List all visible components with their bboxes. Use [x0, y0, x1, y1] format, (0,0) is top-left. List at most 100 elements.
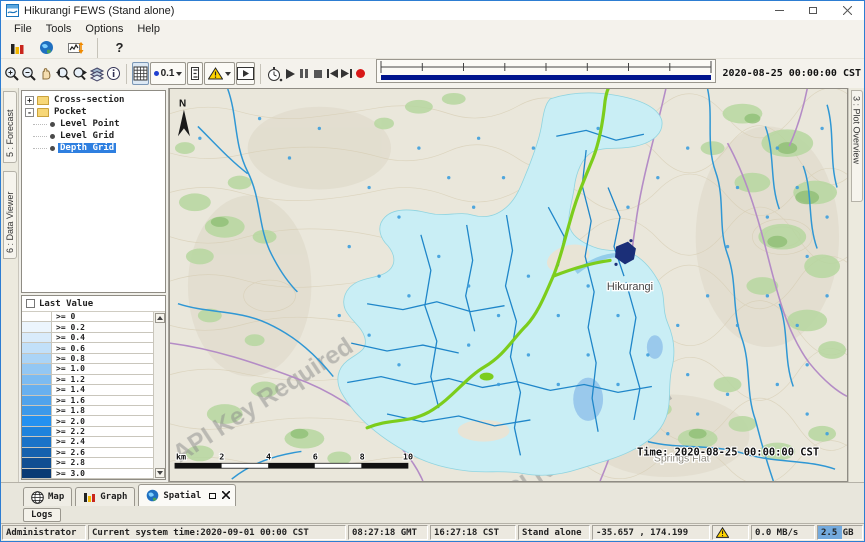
legend-swatch	[22, 427, 52, 436]
minimize-button[interactable]	[762, 1, 796, 20]
legend-row-label: >= 1.8	[52, 406, 85, 415]
globe-map-icon[interactable]	[35, 36, 58, 59]
legend-row[interactable]: >= 0	[22, 312, 153, 322]
status-local-time: 16:27:18 CST	[430, 525, 516, 540]
explorer-icon[interactable]	[6, 36, 29, 59]
legend-row[interactable]: >= 0.8	[22, 354, 153, 364]
status-gmt-time: 08:27:18 GMT	[348, 525, 428, 540]
legend-row-label: >= 1.2	[52, 375, 85, 384]
title-bar: Hikurangi FEWS (Stand alone)	[1, 1, 864, 20]
zoom-previous-button[interactable]	[55, 62, 71, 85]
menu-bar: File Tools Options Help	[1, 20, 864, 37]
legend-scrollbar[interactable]	[153, 312, 165, 479]
pause-button[interactable]	[298, 62, 311, 85]
record-button[interactable]	[354, 62, 367, 85]
timer-button[interactable]	[266, 62, 283, 85]
tree-line	[33, 148, 47, 149]
tab-spatial[interactable]: Spatial	[138, 484, 236, 506]
zoom-out-button[interactable]	[21, 62, 37, 85]
menu-options[interactable]: Options	[78, 23, 130, 35]
stop-button[interactable]	[312, 62, 325, 85]
layers-button[interactable]	[89, 62, 105, 85]
main-toolbar: ?	[1, 37, 864, 58]
legend-row[interactable]: >= 0.6	[22, 343, 153, 353]
skip-to-end-button[interactable]	[340, 62, 353, 85]
scroll-down-icon[interactable]	[155, 468, 165, 478]
skip-to-start-button[interactable]	[326, 62, 339, 85]
menu-file[interactable]: File	[7, 23, 39, 35]
longitudinal-profile-button[interactable]	[187, 62, 203, 85]
spatial-map[interactable]: API Key Required API Key Required	[169, 88, 848, 482]
legend-swatch	[22, 375, 52, 384]
status-warning-cell[interactable]	[712, 525, 749, 540]
timeline-slider[interactable]	[376, 59, 716, 88]
expand-icon[interactable]: +	[25, 96, 34, 105]
wireframe-globe-icon	[31, 491, 44, 504]
animation-display-button[interactable]	[236, 62, 255, 85]
class-interval-dropdown[interactable]: 0.1	[150, 62, 187, 85]
warning-dropdown[interactable]	[204, 62, 235, 85]
status-user: Administrator	[2, 525, 86, 540]
tab-map[interactable]: Map	[23, 487, 72, 506]
app-logo-icon	[6, 4, 19, 17]
scroll-up-icon[interactable]	[155, 313, 165, 323]
legend-swatch	[22, 312, 52, 321]
legend-row[interactable]: >= 1.2	[22, 375, 153, 385]
scroll-track[interactable]	[155, 323, 165, 468]
close-button[interactable]	[830, 1, 864, 20]
legend-swatch	[22, 322, 52, 331]
zoom-in-button[interactable]	[4, 62, 20, 85]
profile-chart-icon[interactable]	[64, 36, 87, 59]
maximize-button[interactable]	[796, 1, 830, 20]
collapse-icon[interactable]: -	[25, 108, 34, 117]
map-toolbar: 0.1	[1, 58, 864, 88]
folder-icon	[37, 96, 49, 105]
legend-row[interactable]: >= 1.4	[22, 385, 153, 395]
tree-item-pocket[interactable]: - Pocket	[22, 106, 165, 118]
legend-row-label: >= 0.2	[52, 322, 85, 331]
legend-row[interactable]: >= 2.0	[22, 416, 153, 426]
tree-item-level-grid[interactable]: Level Grid	[22, 130, 165, 142]
legend-row[interactable]: >= 1.6	[22, 396, 153, 406]
svg-text:4: 4	[266, 451, 271, 461]
info-button[interactable]	[106, 62, 121, 85]
legend-row[interactable]: >= 0.4	[22, 333, 153, 343]
legend-row[interactable]: >= 2.4	[22, 437, 153, 447]
help-button[interactable]: ?	[108, 36, 131, 59]
tab-forecast[interactable]: 5 : Forecast	[3, 91, 17, 163]
tab-logs[interactable]: Logs	[23, 508, 61, 522]
menu-help[interactable]: Help	[130, 23, 167, 35]
tab-graph[interactable]: Graph	[75, 487, 135, 506]
left-tab-strip: 5 : Forecast 6 : Data Viewer	[1, 88, 19, 482]
legend-swatch	[22, 385, 52, 394]
warning-icon	[208, 67, 223, 80]
tree-item-cross-section[interactable]: + Cross-section	[22, 94, 165, 106]
legend-row-label: >= 1.0	[52, 364, 85, 373]
legend-row-label: >= 0.6	[52, 343, 85, 352]
tab-data-viewer[interactable]: 6 : Data Viewer	[3, 171, 17, 259]
status-memory[interactable]: 2.5 GB	[817, 525, 863, 540]
play-button[interactable]	[284, 62, 297, 85]
tree-line	[33, 124, 47, 125]
last-value-checkbox[interactable]	[26, 299, 35, 308]
legend-row[interactable]: >= 0.2	[22, 322, 153, 332]
toolbar-separator	[260, 64, 261, 84]
legend-row[interactable]: >= 3.0	[22, 469, 153, 479]
legend-row[interactable]: >= 2.6	[22, 448, 153, 458]
pan-hand-button[interactable]	[38, 62, 54, 85]
legend-row[interactable]: >= 2.8	[22, 458, 153, 468]
layer-tree: + Cross-section - Pocket Level Point	[21, 90, 166, 293]
svg-text:10: 10	[403, 451, 413, 461]
menu-tools[interactable]: Tools	[39, 23, 79, 35]
legend-row[interactable]: >= 2.2	[22, 427, 153, 437]
legend-swatch	[22, 448, 52, 457]
legend-row[interactable]: >= 1.8	[22, 406, 153, 416]
zoom-next-button[interactable]	[72, 62, 88, 85]
grid-display-button[interactable]	[132, 62, 149, 85]
tab-maximize-icon[interactable]	[209, 493, 216, 499]
tree-item-depth-grid[interactable]: Depth Grid	[22, 142, 165, 154]
tree-item-level-point[interactable]: Level Point	[22, 118, 165, 130]
tab-plot-overview[interactable]: 3 : Plot Overview	[851, 90, 863, 202]
legend-row[interactable]: >= 1.0	[22, 364, 153, 374]
tab-close-icon[interactable]	[222, 489, 230, 502]
